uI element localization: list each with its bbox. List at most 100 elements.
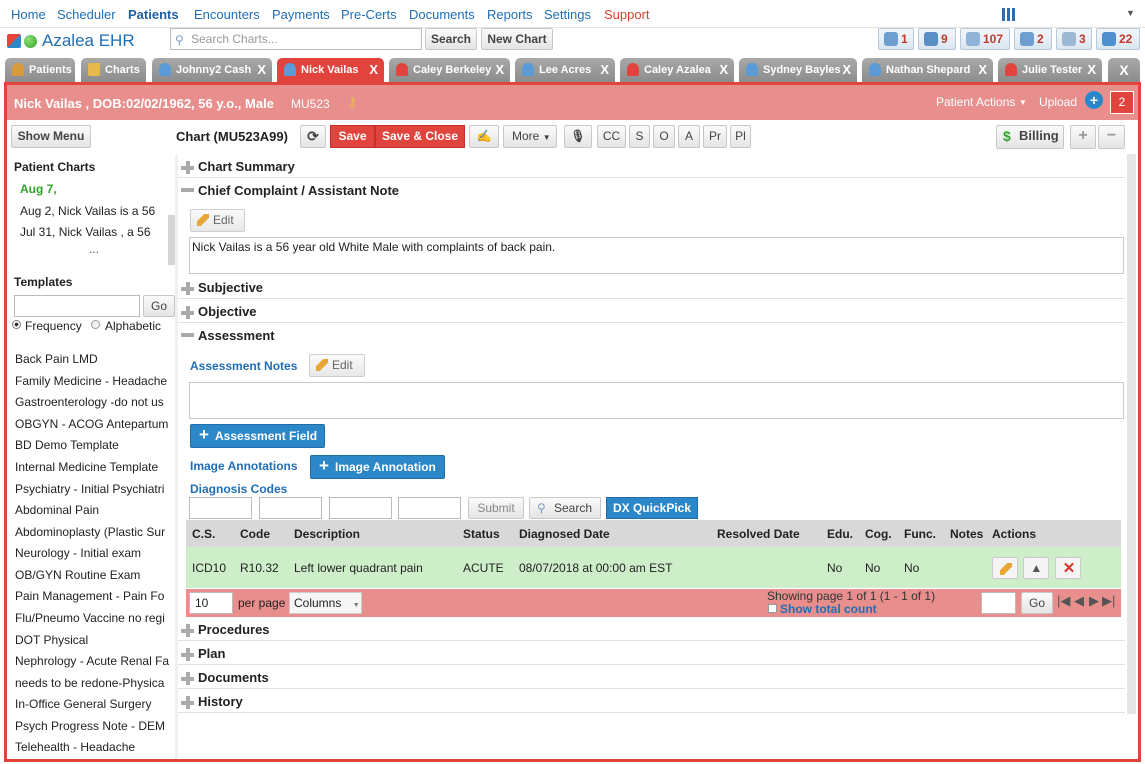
template-item[interactable]: Back Pain LMD: [15, 352, 98, 366]
dx-code-input-4[interactable]: [398, 497, 461, 519]
billing-button[interactable]: $ Billing: [996, 125, 1064, 149]
prev-page-icon[interactable]: ◀: [1074, 593, 1084, 609]
col-description[interactable]: Description: [288, 520, 457, 547]
microphone-icon[interactable]: 🎙: [564, 125, 592, 148]
alerts-badge[interactable]: 2: [1110, 91, 1134, 114]
section-objective[interactable]: Objective: [178, 300, 1125, 323]
close-icon[interactable]: X: [257, 58, 266, 82]
section-subjective[interactable]: Subjective: [178, 276, 1125, 299]
section-chart-summary[interactable]: Chart Summary: [178, 155, 1125, 178]
edit-row-button[interactable]: [992, 556, 1018, 579]
upload-plus-icon[interactable]: +: [1085, 91, 1103, 109]
columns-dropdown[interactable]: Columns ▼: [289, 592, 362, 614]
signature-icon[interactable]: ✍: [469, 125, 499, 148]
shortcut-cc[interactable]: CC: [597, 125, 626, 148]
tab-julie-tester[interactable]: Julie Tester X: [998, 58, 1102, 82]
nav-reports[interactable]: Reports: [487, 7, 533, 22]
close-icon[interactable]: X: [719, 58, 728, 82]
close-icon[interactable]: X: [600, 58, 609, 82]
tab-caley-azalea[interactable]: Caley Azalea X: [620, 58, 734, 82]
col-notes[interactable]: Notes: [944, 520, 986, 547]
template-item[interactable]: DOT Physical: [15, 633, 88, 647]
tasks-counter[interactable]: 9: [918, 28, 956, 50]
show-menu-button[interactable]: Show Menu: [11, 125, 91, 148]
section-documents[interactable]: Documents: [178, 666, 1125, 689]
tab-charts[interactable]: Charts: [81, 58, 146, 82]
template-item[interactable]: Pain Management - Pain Fo: [15, 589, 164, 603]
education-button[interactable]: ▲: [1023, 556, 1050, 579]
collapse-all-icon[interactable]: −: [1098, 125, 1125, 149]
template-item[interactable]: needs to be redone-Physica: [15, 676, 164, 690]
template-item[interactable]: Family Medicine - Headache: [15, 374, 167, 388]
chart-item[interactable]: Aug 7,: [20, 182, 57, 196]
sort-frequency-radio[interactable]: [12, 320, 21, 329]
chart-item[interactable]: Aug 2, Nick Vailas is a 56: [20, 204, 155, 218]
template-item[interactable]: Abdominoplasty (Plastic Sur: [15, 525, 165, 539]
template-item[interactable]: Neurology - Initial exam: [15, 546, 141, 560]
section-assessment[interactable]: Assessment: [178, 324, 1125, 347]
cc-edit-button[interactable]: Edit: [190, 209, 245, 232]
tab-lee-acres[interactable]: Lee Acres X: [515, 58, 615, 82]
nav-documents[interactable]: Documents: [409, 7, 475, 22]
col-edu[interactable]: Edu.: [821, 520, 859, 547]
first-page-icon[interactable]: |◀: [1057, 593, 1070, 609]
col-diagnosed-date[interactable]: Diagnosed Date: [513, 520, 711, 547]
col-func[interactable]: Func.: [898, 520, 944, 547]
close-icon[interactable]: X: [978, 58, 987, 82]
section-procedures[interactable]: Procedures: [178, 618, 1125, 641]
nav-precerts[interactable]: Pre-Certs: [341, 7, 397, 22]
template-item[interactable]: Internal Medicine Template: [15, 460, 158, 474]
template-item[interactable]: Gastroenterology -do not us: [15, 395, 164, 409]
col-status[interactable]: Status: [457, 520, 513, 547]
col-cog[interactable]: Cog.: [859, 520, 898, 547]
delete-row-button[interactable]: ✕: [1054, 556, 1081, 579]
patient-actions-menu[interactable]: Patient Actions: [936, 95, 1015, 109]
shortcut-pl[interactable]: Pl: [730, 125, 751, 148]
more-menu[interactable]: More ▼: [503, 125, 557, 148]
assessment-edit-button[interactable]: Edit: [309, 354, 365, 377]
nav-settings[interactable]: Settings: [544, 7, 591, 22]
tab-nick-vailas[interactable]: Nick Vailas X: [277, 58, 384, 82]
sort-alphabetic-radio[interactable]: [91, 320, 100, 329]
assessment-notes-textbox[interactable]: [189, 382, 1124, 419]
template-item[interactable]: Psychiatry - Initial Psychiatri: [15, 482, 164, 496]
search-button[interactable]: Search: [425, 28, 477, 50]
messages-counter[interactable]: 1: [878, 28, 914, 50]
shortcut-a[interactable]: A: [678, 125, 700, 148]
close-icon[interactable]: X: [495, 58, 504, 82]
shortcut-pr[interactable]: Pr: [703, 125, 727, 148]
col-resolved-date[interactable]: Resolved Date: [711, 520, 821, 547]
template-item[interactable]: In-Office General Surgery: [15, 697, 152, 711]
users-counter[interactable]: 22: [1096, 28, 1140, 50]
scrollbar[interactable]: [168, 215, 175, 265]
more-charts[interactable]: ...: [89, 242, 99, 256]
nav-payments[interactable]: Payments: [272, 7, 330, 22]
save-close-button[interactable]: Save & Close: [375, 125, 465, 148]
nav-support[interactable]: Support: [604, 7, 650, 22]
nav-patients[interactable]: Patients: [128, 7, 179, 22]
search-charts-input[interactable]: Search Charts...: [170, 28, 422, 50]
next-page-icon[interactable]: ▶: [1089, 593, 1099, 609]
dx-code-input-3[interactable]: [329, 497, 392, 519]
dx-submit-button[interactable]: Submit: [468, 497, 524, 519]
template-item[interactable]: Psych Progress Note - DEM: [15, 719, 165, 733]
main-scrollbar[interactable]: [1127, 154, 1136, 714]
tab-sydney-bayles[interactable]: Sydney Bayles X: [739, 58, 857, 82]
tab-johnny2-cash[interactable]: Johnny2 Cash X: [152, 58, 272, 82]
template-search-input[interactable]: [14, 295, 140, 317]
template-item[interactable]: Flu/Pneumo Vaccine no regi: [15, 611, 165, 625]
template-go-button[interactable]: Go: [143, 295, 175, 317]
shortcut-s[interactable]: S: [629, 125, 650, 148]
show-total-checkbox[interactable]: [768, 604, 777, 613]
section-chief-complaint[interactable]: Chief Complaint / Assistant Note: [178, 179, 1125, 202]
tab-nathan-shepard[interactable]: Nathan Shepard X: [862, 58, 993, 82]
template-item[interactable]: BD Demo Template: [15, 438, 119, 452]
template-item[interactable]: Abdominal Pain: [15, 503, 99, 517]
grid-apps-icon[interactable]: [1002, 8, 1015, 21]
section-history[interactable]: History: [178, 690, 1125, 713]
new-chart-button[interactable]: New Chart: [481, 28, 553, 50]
template-item[interactable]: Telehealth - Headache: [15, 740, 135, 754]
cc-textbox[interactable]: Nick Vailas is a 56 year old White Male …: [189, 237, 1124, 274]
close-icon[interactable]: X: [842, 58, 851, 82]
close-icon[interactable]: X: [369, 58, 378, 82]
